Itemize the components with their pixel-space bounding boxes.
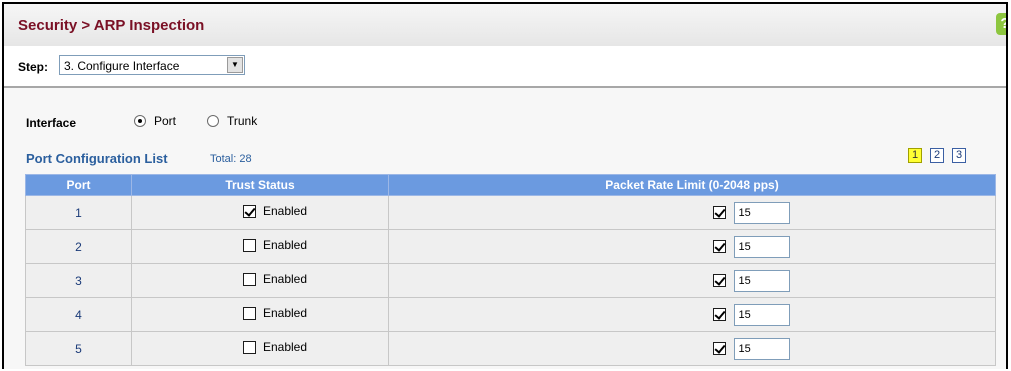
rate-cell bbox=[388, 263, 996, 298]
port-cell: 2 bbox=[25, 229, 132, 264]
page-3-link[interactable]: 3 bbox=[952, 148, 966, 163]
radio-trunk[interactable]: Trunk bbox=[207, 114, 257, 128]
trust-checkbox[interactable] bbox=[242, 306, 256, 320]
step-label: Step: bbox=[18, 60, 48, 74]
radio-port[interactable]: Port bbox=[134, 114, 176, 128]
trust-label: Enabled bbox=[262, 340, 308, 355]
rate-limit-checkbox[interactable] bbox=[712, 342, 726, 355]
trust-checkbox[interactable] bbox=[242, 238, 256, 252]
trust-label: Enabled bbox=[262, 306, 308, 321]
chevron-down-icon[interactable]: ▼ bbox=[227, 57, 243, 73]
rate-limit-checkbox[interactable] bbox=[712, 308, 726, 321]
table-row: 2 Enabled bbox=[25, 229, 996, 264]
radio-port-label: Port bbox=[154, 114, 177, 128]
table-row: 4 Enabled bbox=[25, 297, 996, 332]
rate-limit-checkbox[interactable] bbox=[712, 240, 726, 253]
trust-checkbox[interactable] bbox=[242, 272, 256, 286]
table-header-row: Port Trust Status Packet Rate Limit (0-2… bbox=[25, 174, 996, 196]
radio-port-indicator[interactable] bbox=[134, 115, 146, 127]
trust-cell: Enabled bbox=[131, 297, 389, 332]
interface-label: Interface bbox=[26, 116, 77, 130]
rate-limit-checkbox[interactable] bbox=[712, 206, 726, 219]
rate-limit-input[interactable] bbox=[733, 235, 790, 258]
rate-limit-input[interactable] bbox=[733, 201, 790, 224]
trust-checkbox[interactable] bbox=[242, 340, 256, 354]
trust-checkbox[interactable] bbox=[242, 204, 256, 218]
rate-cell bbox=[388, 229, 996, 264]
port-cell: 5 bbox=[25, 331, 132, 366]
arp-inspection-panel: Security > ARP Inspection ? Step: 3. Con… bbox=[2, 2, 1008, 369]
trust-label: Enabled bbox=[262, 272, 308, 287]
table-row: 1 Enabled bbox=[25, 195, 996, 230]
list-total: Total: 28 bbox=[210, 153, 252, 165]
rate-limit-input[interactable] bbox=[733, 269, 790, 292]
port-cell: 3 bbox=[25, 263, 132, 298]
port-config-table: Port Trust Status Packet Rate Limit (0-2… bbox=[25, 174, 996, 366]
page-1-link[interactable]: 1 bbox=[908, 148, 922, 163]
list-title: Port Configuration List bbox=[26, 151, 168, 166]
help-icon[interactable]: ? bbox=[996, 13, 1006, 35]
col-port: Port bbox=[25, 174, 132, 196]
step-bar: Step: 3. Configure Interface ▼ bbox=[4, 46, 1006, 88]
rate-limit-input[interactable] bbox=[733, 303, 790, 326]
trust-label: Enabled bbox=[262, 204, 308, 219]
page-2-link[interactable]: 2 bbox=[930, 148, 944, 163]
port-cell: 4 bbox=[25, 297, 132, 332]
title-bar: Security > ARP Inspection ? bbox=[4, 4, 1006, 47]
rate-limit-checkbox[interactable] bbox=[712, 274, 726, 287]
rate-cell bbox=[388, 195, 996, 230]
table-row: 3 Enabled bbox=[25, 263, 996, 298]
table-row: 5 Enabled bbox=[25, 331, 996, 366]
port-cell: 1 bbox=[25, 195, 132, 230]
rate-cell bbox=[388, 331, 996, 366]
trust-cell: Enabled bbox=[131, 331, 389, 366]
page-title: Security > ARP Inspection bbox=[18, 17, 205, 34]
radio-trunk-indicator[interactable] bbox=[207, 115, 219, 127]
rate-cell bbox=[388, 297, 996, 332]
pager: 1 2 3 bbox=[908, 148, 966, 163]
radio-trunk-label: Trunk bbox=[227, 114, 258, 128]
trust-cell: Enabled bbox=[131, 229, 389, 264]
trust-cell: Enabled bbox=[131, 263, 389, 298]
col-trust-status: Trust Status bbox=[131, 174, 389, 196]
trust-cell: Enabled bbox=[131, 195, 389, 230]
content-area: Interface Port Trunk Port Configuration … bbox=[4, 88, 1006, 369]
trust-label: Enabled bbox=[262, 238, 308, 253]
rate-limit-input[interactable] bbox=[733, 337, 790, 360]
step-select[interactable]: 3. Configure Interface ▼ bbox=[59, 55, 245, 75]
step-select-value: 3. Configure Interface bbox=[64, 59, 180, 73]
col-packet-rate-limit: Packet Rate Limit (0-2048 pps) bbox=[388, 174, 996, 196]
